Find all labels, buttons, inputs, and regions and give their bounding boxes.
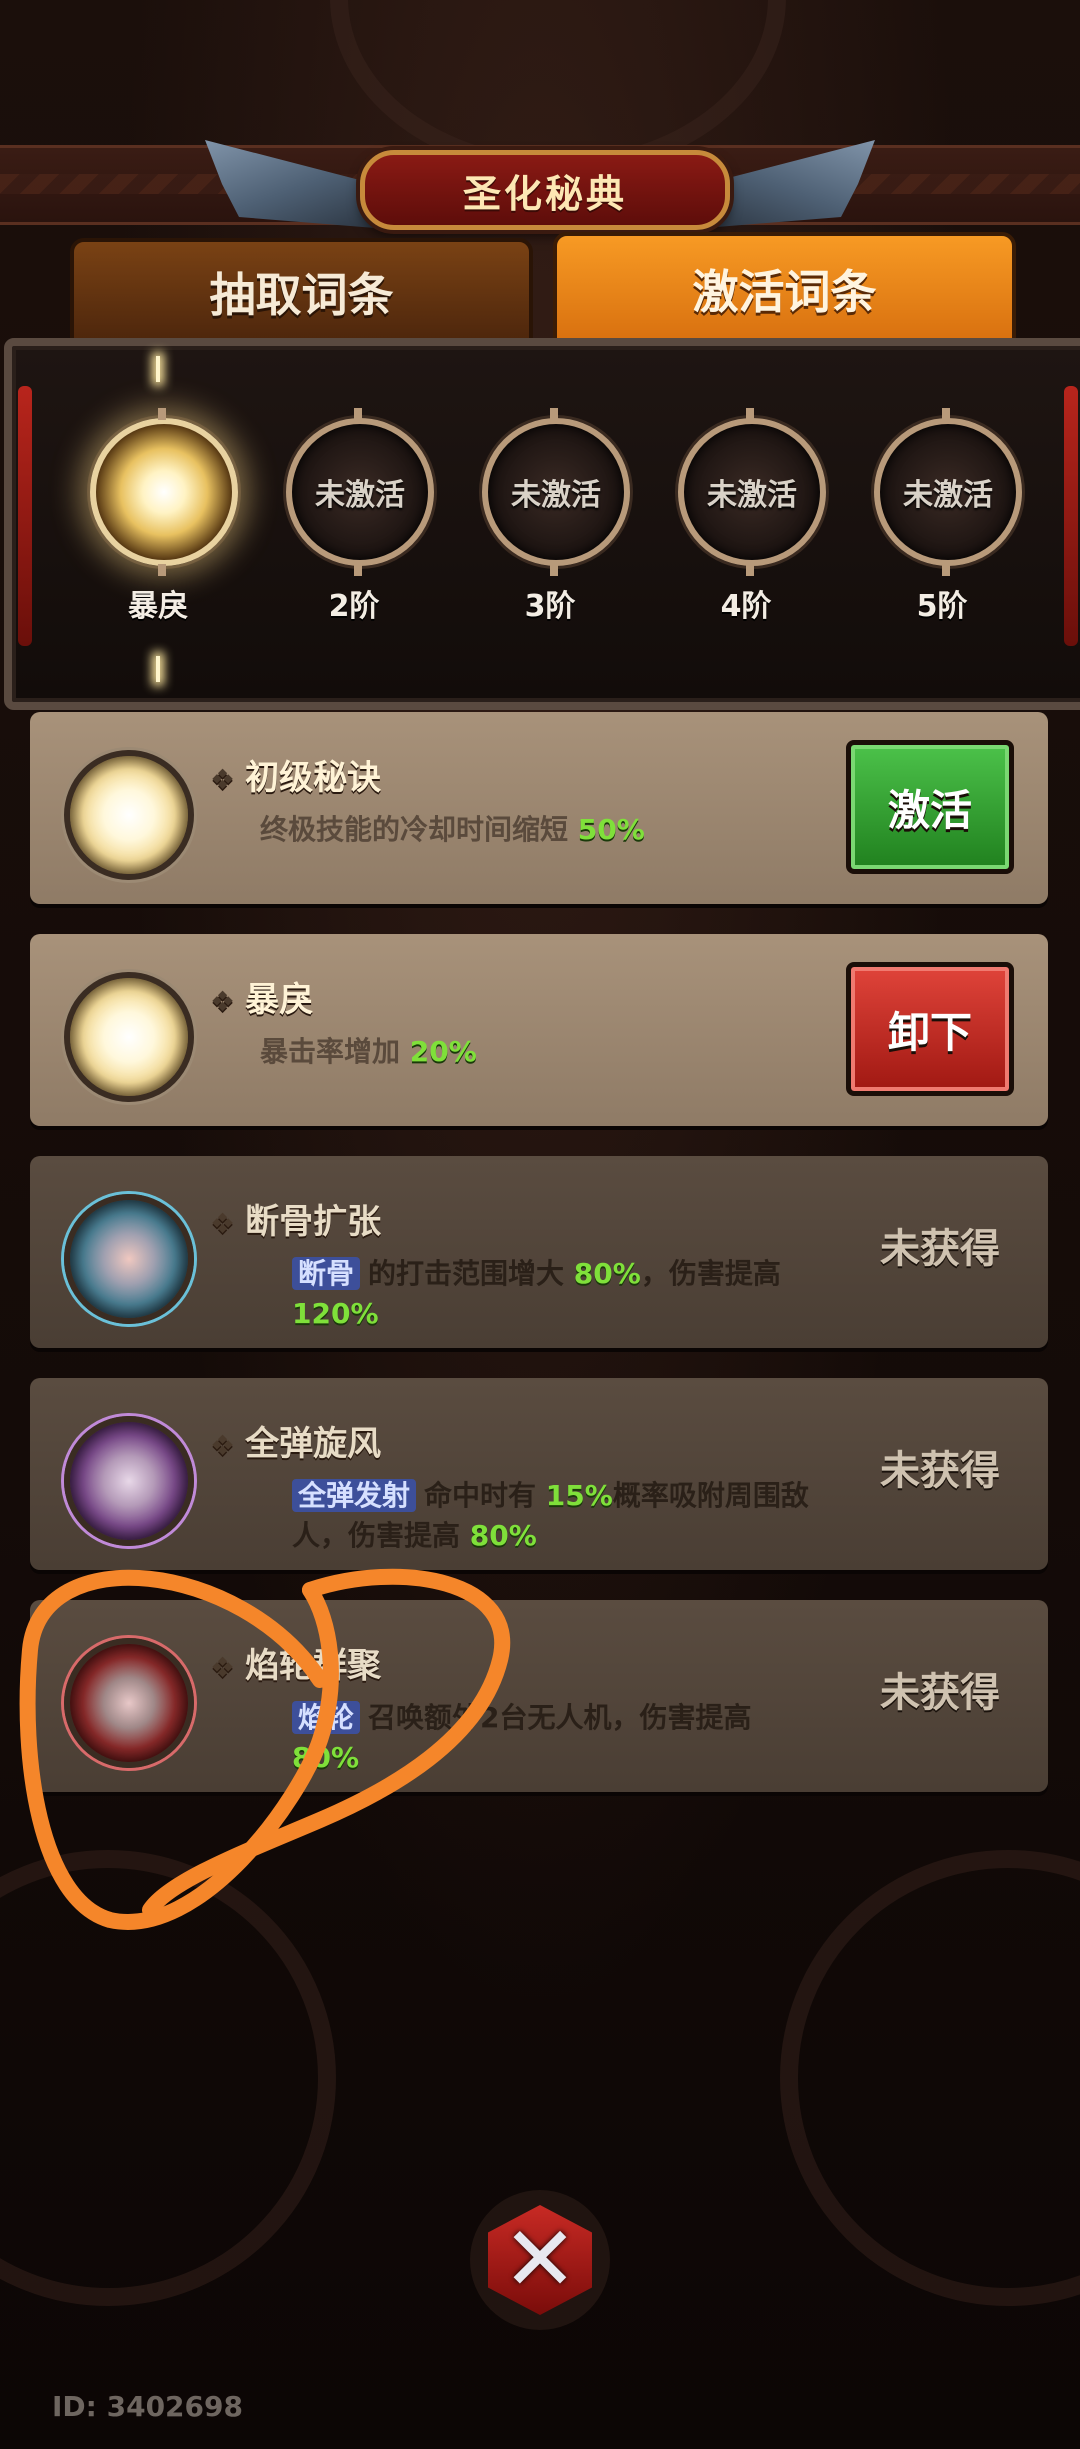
affix-description: 断骨 的打击范围增大 80%，伤害提高 120% bbox=[292, 1257, 781, 1330]
affix-title: ❖ 初级秘诀 bbox=[210, 758, 382, 798]
percent-value: 50% bbox=[577, 813, 645, 846]
status-not-obtained: 未获得 bbox=[880, 1226, 1000, 1272]
tier-ring-text: 未激活 bbox=[707, 478, 797, 513]
skill-tag: 全弹发射 bbox=[292, 1479, 417, 1512]
screen: 圣化秘典 抽取词条 激活词条 暴戾 未激活 2阶 未激活 3阶 未激活 4阶 未… bbox=[0, 0, 1080, 2449]
tier-ring-icon: 未激活 bbox=[874, 408, 1022, 576]
tier-slot-4[interactable]: 未激活 4阶 bbox=[660, 346, 840, 702]
percent-value: 120% bbox=[292, 1297, 379, 1330]
activate-button[interactable]: 激活 bbox=[846, 740, 1014, 874]
tier-label: 暴戾 bbox=[128, 589, 188, 624]
tier-ring-text: 未激活 bbox=[511, 478, 601, 513]
percent-value: 20% bbox=[409, 1035, 477, 1068]
tab-activate-affix[interactable]: 激活词条 bbox=[553, 232, 1016, 346]
affix-card: ❖ 断骨扩张 断骨 的打击范围增大 80%，伤害提高 120% 未获得 bbox=[30, 1156, 1048, 1348]
affix-description: 焰轮 召唤额外2台无人机，伤害提高 80% bbox=[292, 1701, 752, 1774]
player-id: ID: 3402698 bbox=[52, 2390, 243, 2423]
tab-draw-affix-label: 抽取词条 bbox=[209, 268, 394, 322]
percent-value: 80% bbox=[469, 1519, 537, 1552]
tier-slot-2[interactable]: 未激活 2阶 bbox=[268, 346, 448, 702]
tier-slot-1[interactable]: 暴戾 bbox=[72, 346, 252, 702]
affix-description: 暴击率增加 20% bbox=[260, 1035, 477, 1068]
title-plate: 圣化秘典 bbox=[360, 150, 730, 230]
tier-ring-icon: 未激活 bbox=[678, 408, 826, 576]
blue-orb-icon bbox=[64, 1194, 194, 1324]
unequip-button[interactable]: 卸下 bbox=[846, 962, 1014, 1096]
diamond-icon: ❖ bbox=[210, 985, 236, 1018]
tier-slot-3[interactable]: 未激活 3阶 bbox=[464, 346, 644, 702]
page-title: 圣化秘典 bbox=[462, 171, 627, 216]
affix-card: ❖ 暴戾 暴击率增加 20% 卸下 bbox=[30, 934, 1048, 1126]
affix-card: ❖ 全弹旋风 全弹发射 命中时有 15%概率吸附周围敌人，伤害提高 80% 未获得 bbox=[30, 1378, 1048, 1570]
tier-ring-text: 未激活 bbox=[315, 478, 405, 513]
affix-card: ❖ 焰轮群聚 焰轮 召唤额外2台无人机，伤害提高 80% 未获得 bbox=[30, 1600, 1048, 1792]
skill-tag: 焰轮 bbox=[292, 1701, 361, 1734]
tab-activate-affix-label: 激活词条 bbox=[692, 265, 877, 319]
skill-tag: 断骨 bbox=[292, 1257, 361, 1290]
affix-title: ❖ 全弹旋风 bbox=[210, 1424, 382, 1464]
tier-label: 3阶 bbox=[524, 589, 576, 624]
tier-ring-icon: 未激活 bbox=[286, 408, 434, 576]
background-ornament bbox=[780, 1850, 1080, 2306]
gold-orb-icon bbox=[64, 750, 194, 880]
red-orb-icon bbox=[64, 1638, 194, 1768]
tab-draw-affix[interactable]: 抽取词条 bbox=[70, 238, 533, 346]
gold-lightning-orb-icon bbox=[64, 972, 194, 1102]
tier-slot-5[interactable]: 未激活 5阶 bbox=[856, 346, 1036, 702]
purple-orb-icon bbox=[64, 1416, 194, 1546]
diamond-icon: ❖ bbox=[210, 1651, 236, 1684]
affix-description: 全弹发射 命中时有 15%概率吸附周围敌人，伤害提高 80% bbox=[292, 1479, 809, 1552]
background-ornament bbox=[0, 1850, 336, 2306]
affix-title: ❖ 暴戾 bbox=[210, 980, 314, 1020]
tier-panel: 暴戾 未激活 2阶 未激活 3阶 未激活 4阶 未激活 5阶 bbox=[4, 338, 1080, 710]
sparkle-icon bbox=[156, 356, 160, 382]
affix-description: 终极技能的冷却时间缩短 50% bbox=[260, 813, 645, 846]
tier-ring-text: 未激活 bbox=[903, 478, 993, 513]
diamond-icon: ❖ bbox=[210, 763, 236, 796]
tier-label: 4阶 bbox=[720, 589, 772, 624]
status-not-obtained: 未获得 bbox=[880, 1670, 1000, 1716]
active-tier-orb-icon bbox=[90, 408, 238, 576]
percent-value: 80% bbox=[573, 1257, 641, 1290]
close-button[interactable]: ✕ bbox=[470, 2190, 610, 2330]
affix-title: ❖ 焰轮群聚 bbox=[210, 1646, 382, 1686]
tier-ring-icon: 未激活 bbox=[482, 408, 630, 576]
tier-label: 5阶 bbox=[916, 589, 968, 624]
close-icon: ✕ bbox=[488, 2205, 592, 2315]
affix-title: ❖ 断骨扩张 bbox=[210, 1202, 382, 1242]
diamond-icon: ❖ bbox=[210, 1207, 236, 1240]
percent-value: 15% bbox=[545, 1479, 613, 1512]
tier-label: 2阶 bbox=[328, 589, 380, 624]
status-not-obtained: 未获得 bbox=[880, 1448, 1000, 1494]
sparkle-icon bbox=[156, 656, 160, 682]
affix-card: ❖ 初级秘诀 终极技能的冷却时间缩短 50% 激活 bbox=[30, 712, 1048, 904]
diamond-icon: ❖ bbox=[210, 1429, 236, 1462]
percent-value: 80% bbox=[292, 1741, 360, 1774]
